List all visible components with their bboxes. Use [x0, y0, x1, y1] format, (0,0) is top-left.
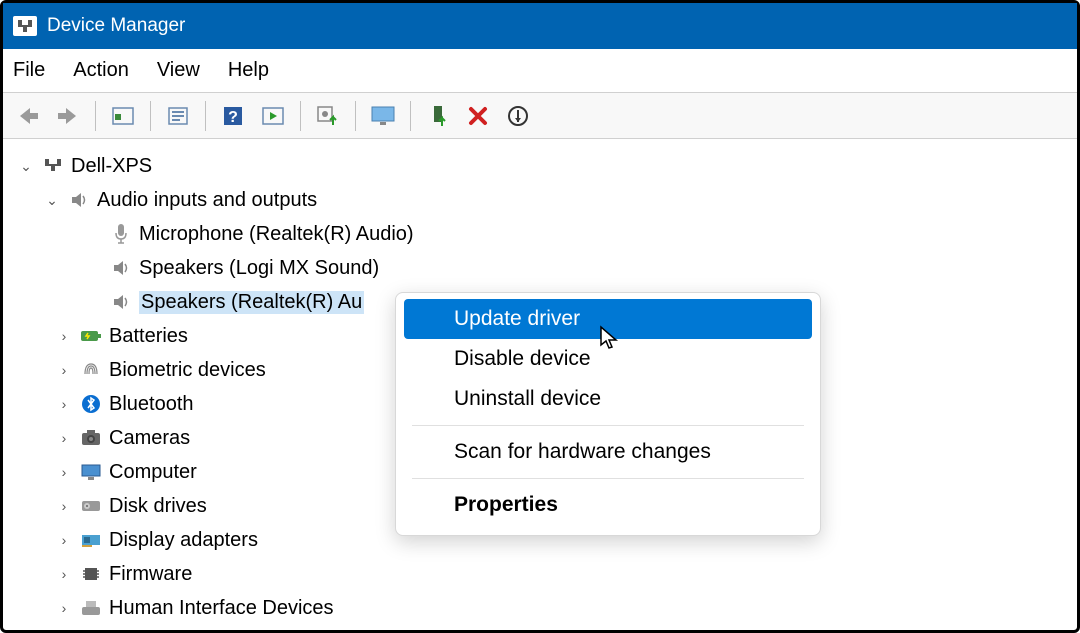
monitor-button[interactable]: [366, 99, 400, 133]
titlebar: Device Manager: [3, 3, 1077, 49]
speaker-icon: [109, 256, 133, 280]
install-button[interactable]: [421, 99, 455, 133]
ctx-update-driver[interactable]: Update driver: [404, 299, 812, 339]
toolbar-separator: [410, 101, 411, 131]
disable-button[interactable]: [501, 99, 535, 133]
menu-view[interactable]: View: [157, 59, 200, 82]
tree-root-label: Dell-XPS: [71, 155, 152, 178]
tree-device-microphone[interactable]: Microphone (Realtek(R) Audio): [13, 217, 1077, 251]
svg-text:?: ?: [228, 109, 238, 126]
tree-device-label: Speakers (Logi MX Sound): [139, 257, 379, 280]
menu-file[interactable]: File: [13, 59, 45, 82]
forward-button[interactable]: [51, 99, 85, 133]
app-icon: [13, 16, 37, 36]
update-driver-button[interactable]: [311, 99, 345, 133]
tree-category-label: Audio inputs and outputs: [97, 189, 317, 212]
tree-root[interactable]: ⌄ Dell-XPS: [13, 149, 1077, 183]
chevron-right-icon[interactable]: ›: [55, 532, 73, 548]
ctx-scan-hardware[interactable]: Scan for hardware changes: [404, 432, 812, 472]
tree-category-audio[interactable]: ⌄ Audio inputs and outputs: [13, 183, 1077, 217]
tree-category-label: Batteries: [109, 325, 188, 348]
ctx-separator: [412, 478, 804, 479]
bluetooth-icon: [79, 392, 103, 416]
tree-category-label: Biometric devices: [109, 359, 266, 382]
computer-icon: [41, 154, 65, 178]
chevron-right-icon[interactable]: ›: [55, 464, 73, 480]
window-title: Device Manager: [47, 15, 185, 37]
menu-action[interactable]: Action: [73, 59, 129, 82]
tree-category-label: Computer: [109, 461, 197, 484]
chevron-right-icon[interactable]: ›: [55, 396, 73, 412]
camera-icon: [79, 426, 103, 450]
tree-category-label: Display adapters: [109, 529, 258, 552]
microphone-icon: [109, 222, 133, 246]
back-button[interactable]: [11, 99, 45, 133]
ctx-properties[interactable]: Properties: [404, 485, 812, 525]
properties-button[interactable]: [161, 99, 195, 133]
toolbar-separator: [205, 101, 206, 131]
chip-icon: [79, 562, 103, 586]
tree-category-firmware[interactable]: › Firmware: [13, 557, 1077, 591]
chevron-down-icon[interactable]: ⌄: [17, 158, 35, 175]
context-menu: Update driver Disable device Uninstall d…: [395, 292, 821, 536]
disk-icon: [79, 494, 103, 518]
tree-category-label: Disk drives: [109, 495, 207, 518]
speaker-icon: [109, 290, 133, 314]
scan-button[interactable]: [256, 99, 290, 133]
tree-device-label: Speakers (Realtek(R) Au: [139, 291, 364, 314]
chevron-down-icon[interactable]: ⌄: [43, 192, 61, 209]
uninstall-button[interactable]: [461, 99, 495, 133]
menu-help[interactable]: Help: [228, 59, 269, 82]
tree-device-speakers-logi[interactable]: Speakers (Logi MX Sound): [13, 251, 1077, 285]
tree-category-hid[interactable]: › Human Interface Devices: [13, 591, 1077, 625]
battery-icon: [79, 324, 103, 348]
chevron-right-icon[interactable]: ›: [55, 498, 73, 514]
show-hide-tree-button[interactable]: [106, 99, 140, 133]
ctx-uninstall-device[interactable]: Uninstall device: [404, 379, 812, 419]
chevron-right-icon[interactable]: ›: [55, 362, 73, 378]
menubar: File Action View Help: [3, 49, 1077, 93]
monitor-icon: [79, 460, 103, 484]
tree-category-label: Bluetooth: [109, 393, 194, 416]
ctx-disable-device[interactable]: Disable device: [404, 339, 812, 379]
hid-icon: [79, 596, 103, 620]
device-tree: ⌄ Dell-XPS ⌄ Audio inputs and outputs Mi…: [3, 139, 1077, 625]
tree-category-label: Human Interface Devices: [109, 597, 334, 620]
chevron-right-icon[interactable]: ›: [55, 566, 73, 582]
toolbar-separator: [95, 101, 96, 131]
toolbar-separator: [355, 101, 356, 131]
gpu-icon: [79, 528, 103, 552]
help-button[interactable]: ?: [216, 99, 250, 133]
tree-category-label: Firmware: [109, 563, 192, 586]
tree-category-label: Cameras: [109, 427, 190, 450]
toolbar-separator: [150, 101, 151, 131]
toolbar: ?: [3, 93, 1077, 139]
toolbar-separator: [300, 101, 301, 131]
chevron-right-icon[interactable]: ›: [55, 600, 73, 616]
fingerprint-icon: [79, 358, 103, 382]
speaker-icon: [67, 188, 91, 212]
ctx-separator: [412, 425, 804, 426]
chevron-right-icon[interactable]: ›: [55, 430, 73, 446]
chevron-right-icon[interactable]: ›: [55, 328, 73, 344]
tree-device-label: Microphone (Realtek(R) Audio): [139, 223, 414, 246]
